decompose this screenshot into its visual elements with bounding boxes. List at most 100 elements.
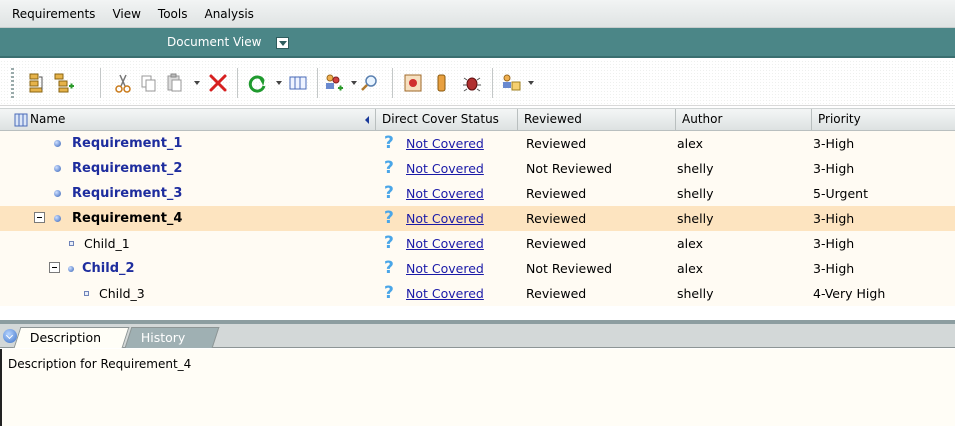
name-cell: Child_2 bbox=[0, 256, 376, 281]
table-row[interactable]: Requirement_1 ? Not Covered Reviewed ale… bbox=[0, 131, 955, 156]
requirements-grid: Requirement_1 ? Not Covered Reviewed ale… bbox=[0, 131, 955, 321]
status-cell: ? Not Covered bbox=[384, 231, 518, 256]
menu-analysis[interactable]: Analysis bbox=[204, 7, 253, 21]
view-dropdown-button[interactable] bbox=[276, 37, 289, 49]
refresh-dropdown-arrow[interactable] bbox=[276, 81, 282, 85]
menu-view[interactable]: View bbox=[112, 7, 140, 21]
user-group-dropdown-arrow[interactable] bbox=[528, 81, 534, 85]
table-row[interactable]: Child_2 ? Not Covered Not Reviewed alex … bbox=[0, 256, 955, 281]
status-cell: ? Not Covered bbox=[384, 131, 518, 156]
column-chooser-icon bbox=[14, 113, 28, 127]
column-header-priority[interactable]: Priority bbox=[812, 109, 955, 131]
delete-button[interactable] bbox=[206, 71, 230, 95]
link-icon bbox=[404, 74, 422, 92]
requirement-name[interactable]: Requirement_2 bbox=[72, 156, 182, 181]
paste-button[interactable] bbox=[163, 71, 187, 95]
priority-cell: 3-High bbox=[813, 136, 855, 151]
column-header-label: Name bbox=[30, 112, 66, 126]
question-icon: ? bbox=[384, 258, 394, 278]
add-users-button[interactable] bbox=[322, 71, 346, 95]
menu-requirements[interactable]: Requirements bbox=[12, 7, 95, 21]
reviewed-cell: Reviewed bbox=[526, 286, 587, 301]
user-group-button[interactable] bbox=[499, 71, 523, 95]
column-header-name[interactable]: Name bbox=[0, 109, 376, 131]
priority-cell: 4-Very High bbox=[813, 286, 886, 301]
find-button[interactable] bbox=[358, 71, 382, 95]
cut-button[interactable] bbox=[111, 71, 135, 95]
toolbar-separator bbox=[237, 68, 238, 98]
name-cell: Requirement_4 bbox=[0, 206, 376, 231]
requirement-name[interactable]: Requirement_1 bbox=[72, 131, 182, 156]
tab-history[interactable]: History bbox=[124, 327, 220, 348]
requirement-name[interactable]: Requirement_4 bbox=[72, 206, 182, 231]
name-cell: Requirement_3 bbox=[0, 181, 376, 206]
description-panel[interactable]: Description for Requirement_4 bbox=[0, 349, 955, 426]
view-selector-label[interactable]: Document View bbox=[167, 35, 261, 49]
user-group-icon bbox=[503, 74, 521, 91]
priority-cell: 3-High bbox=[813, 236, 855, 251]
menu-tools[interactable]: Tools bbox=[158, 7, 188, 21]
column-header-reviewed[interactable]: Reviewed bbox=[518, 109, 676, 131]
cover-status-link[interactable]: Not Covered bbox=[406, 131, 484, 156]
child-bullet-icon bbox=[69, 241, 74, 246]
paste-icon bbox=[167, 73, 182, 92]
refresh-button[interactable] bbox=[245, 71, 269, 95]
chevron-left-icon[interactable] bbox=[365, 116, 369, 124]
table-row[interactable]: Child_3 ? Not Covered Reviewed shelly 4-… bbox=[0, 281, 955, 306]
cover-status-link[interactable]: Not Covered bbox=[406, 231, 484, 256]
reviewed-cell: Reviewed bbox=[526, 186, 587, 201]
new-child-requirement-button[interactable] bbox=[52, 71, 76, 95]
link-button[interactable] bbox=[401, 71, 425, 95]
collapse-toggle[interactable] bbox=[34, 212, 45, 223]
tab-label: History bbox=[140, 330, 186, 345]
copy-button[interactable] bbox=[137, 71, 161, 95]
requirement-bullet-icon bbox=[54, 140, 61, 147]
defect-button[interactable] bbox=[460, 71, 484, 95]
requirement-name[interactable]: Child_3 bbox=[99, 281, 145, 306]
table-row-selected[interactable]: Requirement_4 ? Not Covered Reviewed she… bbox=[0, 206, 955, 231]
requirement-bullet-icon bbox=[54, 190, 61, 197]
tab-description[interactable]: Description bbox=[13, 327, 130, 348]
paste-dropdown-arrow[interactable] bbox=[194, 81, 200, 85]
cover-status-link[interactable]: Not Covered bbox=[406, 281, 484, 306]
find-icon bbox=[361, 75, 377, 91]
question-icon: ? bbox=[384, 283, 394, 303]
requirement-bullet-icon bbox=[54, 215, 61, 222]
bug-icon bbox=[463, 77, 481, 92]
delete-icon bbox=[209, 74, 227, 92]
requirement-name[interactable]: Child_2 bbox=[82, 256, 135, 281]
priority-cell: 3-High bbox=[813, 261, 855, 276]
toolbar-separator bbox=[492, 68, 493, 98]
new-requirement-button[interactable] bbox=[26, 71, 50, 95]
description-text: Description for Requirement_4 bbox=[8, 357, 192, 371]
author-cell: alex bbox=[677, 236, 704, 251]
column-header-status[interactable]: Direct Cover Status bbox=[376, 109, 518, 131]
requirement-bullet-icon bbox=[54, 165, 61, 172]
cover-status-link[interactable]: Not Covered bbox=[406, 256, 484, 281]
requirement-name[interactable]: Requirement_3 bbox=[72, 181, 182, 206]
author-cell: alex bbox=[677, 136, 704, 151]
author-cell: shelly bbox=[677, 211, 714, 226]
attachment-button[interactable] bbox=[430, 71, 454, 95]
cover-status-link[interactable]: Not Covered bbox=[406, 206, 484, 231]
add-users-dropdown-arrow[interactable] bbox=[351, 81, 357, 85]
question-icon: ? bbox=[384, 183, 394, 203]
table-row[interactable]: Child_1 ? Not Covered Reviewed alex 3-Hi… bbox=[0, 231, 955, 256]
requirement-name[interactable]: Child_1 bbox=[84, 231, 130, 256]
author-cell: alex bbox=[677, 261, 704, 276]
columns-button[interactable] bbox=[286, 71, 310, 95]
cover-status-link[interactable]: Not Covered bbox=[406, 181, 484, 206]
toolbar-grip[interactable] bbox=[11, 68, 14, 98]
name-cell: Child_3 bbox=[0, 281, 376, 306]
name-cell: Child_1 bbox=[0, 231, 376, 256]
tab-label: Description bbox=[29, 330, 102, 345]
table-row[interactable]: Requirement_3 ? Not Covered Reviewed she… bbox=[0, 181, 955, 206]
priority-cell: 3-High bbox=[813, 211, 855, 226]
column-header-author[interactable]: Author bbox=[676, 109, 812, 131]
table-row[interactable]: Requirement_2 ? Not Covered Not Reviewed… bbox=[0, 156, 955, 181]
cover-status-link[interactable]: Not Covered bbox=[406, 156, 484, 181]
collapse-toggle[interactable] bbox=[49, 262, 60, 273]
view-bar: Document View bbox=[0, 28, 955, 58]
author-cell: shelly bbox=[677, 186, 714, 201]
name-cell: Requirement_2 bbox=[0, 156, 376, 181]
